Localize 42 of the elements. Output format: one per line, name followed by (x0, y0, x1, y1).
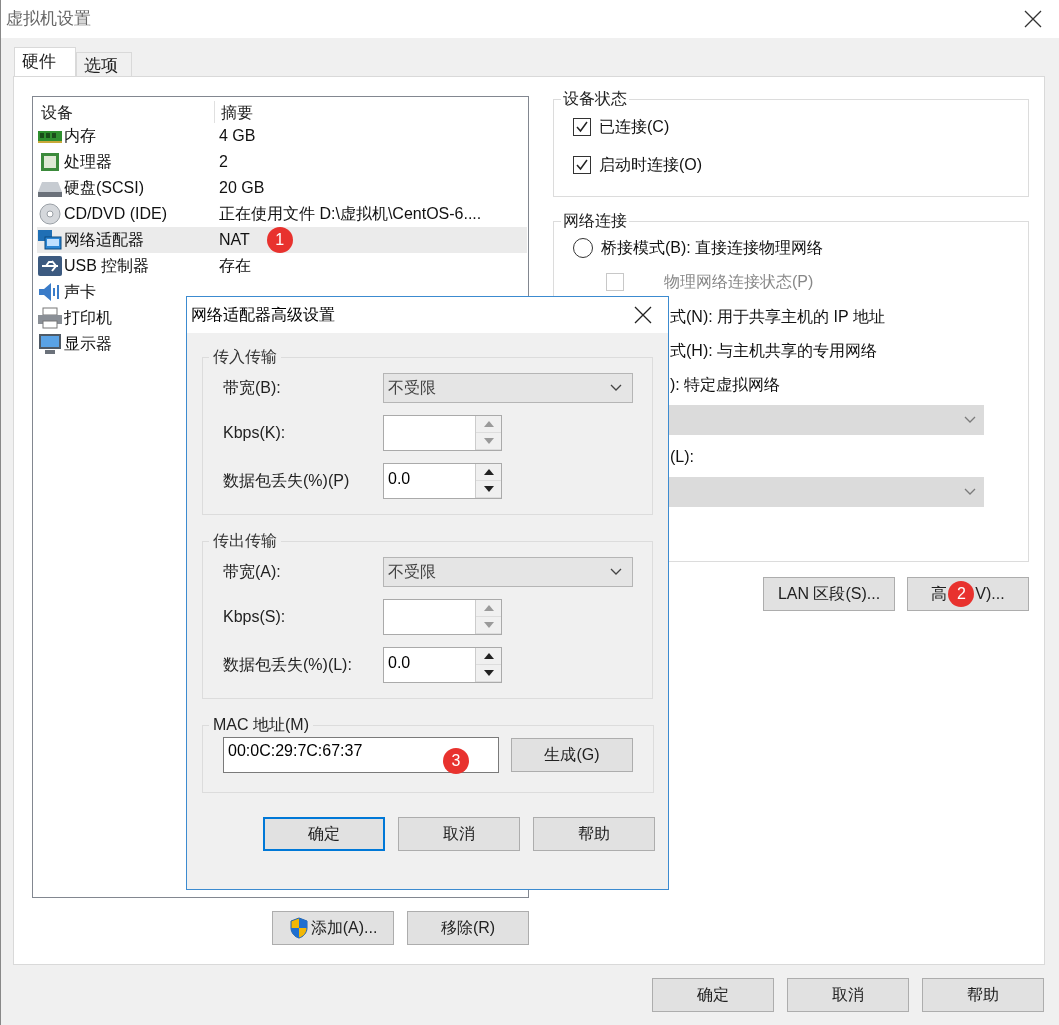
device-name: 声卡 (64, 282, 96, 302)
device-name: 打印机 (64, 308, 112, 328)
number-badge: 2 (948, 581, 975, 607)
number-badge: 1 (266, 227, 293, 253)
column-header: 摘要 (220, 103, 253, 123)
option-label: 式(H): 与主机共享的专用网络 (670, 341, 878, 361)
device-summary: NAT (219, 230, 250, 250)
dialog-title: 网络适配器高级设置 (191, 305, 335, 325)
device-name: 内存 (64, 126, 96, 146)
device-summary: 4 GB (219, 126, 256, 146)
radio-label: 桥接模式(B): 直接连接物理网络 (601, 238, 824, 258)
device-name: USB 控制器 (64, 256, 150, 276)
device-name: 显示器 (64, 334, 112, 354)
option-label: 式(N): 用于共享主机的 IP 地址 (670, 307, 885, 327)
checkbox-label: 物理网络连接状态(P) (664, 272, 814, 292)
field-label: 带宽(B): (223, 378, 282, 398)
group-title: MAC 地址(M) (212, 715, 310, 735)
column-header: 设备 (37, 101, 215, 123)
device-name: CD/DVD (IDE) (64, 204, 168, 224)
number-value: 0.0 (388, 470, 411, 487)
field-label: Kbps(S): (223, 607, 287, 627)
option-label: ): 特定虚拟网络 (670, 375, 781, 395)
device-summary: 2 (219, 152, 228, 172)
group-title: 传入传输 (212, 347, 278, 367)
device-name: 网络适配器 (64, 230, 144, 250)
device-summary: 20 GB (219, 178, 265, 198)
number-value: 0.0 (388, 654, 411, 671)
field-label: 数据包丢失(%)(L): (223, 655, 353, 675)
group-title: 设备状态 (562, 89, 628, 109)
device-name: 处理器 (64, 152, 112, 172)
window-title: 虚拟机设置 (6, 8, 91, 31)
checkbox-label: 启动时连接(O) (599, 155, 703, 175)
field-label: Kbps(K): (223, 423, 287, 443)
checkbox-label: 已连接(C) (599, 117, 670, 137)
field-label: 数据包丢失(%)(P) (223, 471, 351, 491)
group-title: 传出传输 (212, 531, 278, 551)
option-label: (L): (670, 447, 694, 467)
field-label: 带宽(A): (223, 562, 282, 582)
device-summary: 存在 (219, 256, 251, 276)
device-name: 硬盘(SCSI) (64, 178, 144, 198)
device-summary: 正在使用文件 D:\虚拟机\CentOS-6.... (219, 204, 482, 224)
group-title: 网络连接 (562, 211, 628, 231)
